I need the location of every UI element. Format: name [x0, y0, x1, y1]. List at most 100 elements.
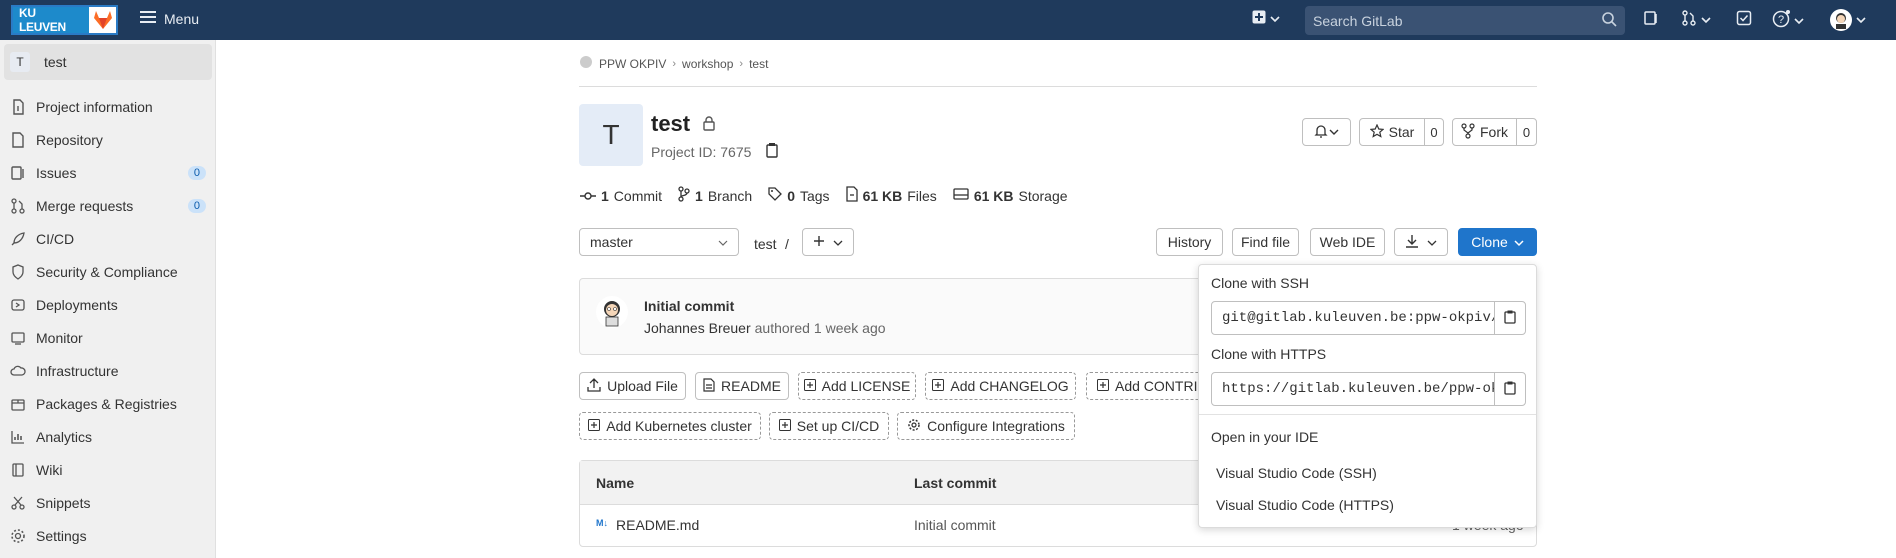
tags-count: 0 [787, 187, 795, 204]
issues-nav-button[interactable] [1643, 10, 1659, 29]
package-icon [10, 396, 26, 412]
group-avatar-icon [579, 55, 593, 72]
repo-path[interactable]: test [754, 236, 777, 252]
fork-label: Fork [1480, 124, 1508, 140]
download-icon [1405, 234, 1419, 251]
todos-nav-button[interactable] [1736, 10, 1752, 29]
copy-icon [1504, 381, 1516, 398]
branch-selector[interactable]: master [579, 228, 739, 256]
fork-icon [1461, 122, 1475, 142]
history-button[interactable]: History [1156, 228, 1223, 256]
sidebar-item-label: Analytics [36, 429, 93, 445]
add-kubernetes-button[interactable]: Add Kubernetes cluster [579, 412, 761, 440]
sidebar-item-ci-cd[interactable]: CI/CD [10, 226, 206, 252]
sidebar-item-repository[interactable]: Repository [10, 127, 206, 153]
web-ide-button[interactable]: Web IDE [1310, 228, 1385, 256]
tags-label: Tags [799, 187, 830, 204]
user-menu-button[interactable] [1830, 9, 1867, 31]
merge-request-icon [1681, 10, 1697, 29]
sidebar-item-project-information[interactable]: Project information [10, 94, 206, 120]
vscode-ssh-link[interactable]: Visual Studio Code (SSH) [1216, 465, 1377, 481]
sidebar-item-issues[interactable]: Issues 0 [10, 160, 206, 186]
path-separator: / [785, 236, 789, 252]
merge-requests-nav-button[interactable] [1681, 10, 1712, 29]
file-name[interactable]: README.md [616, 517, 699, 533]
sidebar-item-label: CI/CD [36, 231, 75, 247]
commits-stat[interactable]: 1 Commit [580, 188, 662, 204]
fork-count[interactable]: 0 [1516, 118, 1537, 146]
star-count[interactable]: 0 [1424, 118, 1444, 146]
star-button[interactable]: Star [1359, 118, 1425, 146]
upload-file-button[interactable]: Upload File [579, 372, 686, 400]
file-last-commit[interactable]: Initial commit [914, 517, 996, 533]
download-dropdown[interactable] [1394, 228, 1448, 256]
copy-https-button[interactable] [1494, 372, 1526, 406]
branches-stat[interactable]: 1 Branch [678, 186, 752, 205]
commits-count: 1 [601, 187, 609, 204]
files-stat[interactable]: 61 KB Files [845, 186, 937, 205]
add-license-button[interactable]: Add LICENSE [798, 372, 916, 400]
ssh-url-field[interactable]: git@gitlab.kuleuven.be:ppw-okpiv/worksho… [1211, 301, 1495, 335]
setup-cicd-button[interactable]: Set up CI/CD [769, 412, 889, 440]
sidebar: T test Project information Repository Is… [0, 40, 216, 558]
help-button[interactable]: ? [1772, 10, 1805, 31]
notifications-dropdown[interactable] [1302, 118, 1351, 146]
breadcrumb-item[interactable]: test [749, 57, 768, 71]
clone-button[interactable]: Clone [1458, 228, 1537, 256]
cloud-icon [10, 363, 26, 379]
tags-stat[interactable]: 0 Tags [768, 187, 830, 204]
configure-integrations-button[interactable]: Configure Integrations [897, 412, 1075, 440]
sidebar-item-merge-requests[interactable]: Merge requests 0 [10, 193, 206, 219]
clone-dropdown: Clone with SSH git@gitlab.kuleuven.be:pp… [1198, 264, 1537, 528]
plus-square-icon [803, 378, 816, 394]
commit-author[interactable]: Johannes Breuer [644, 320, 751, 336]
add-changelog-label: Add CHANGELOG [950, 378, 1069, 394]
sidebar-item-security[interactable]: Security & Compliance [10, 259, 206, 285]
commit-author-avatar[interactable] [596, 296, 628, 328]
add-changelog-button[interactable]: Add CHANGELOG [925, 372, 1076, 400]
doc-icon [10, 132, 26, 148]
readme-button[interactable]: README [695, 372, 789, 400]
file-icon [703, 377, 715, 395]
menu-button[interactable]: Menu [140, 10, 199, 27]
column-header-name: Name [596, 475, 635, 491]
copy-ssh-button[interactable] [1494, 301, 1526, 335]
sidebar-item-label: Infrastructure [36, 363, 119, 379]
svg-text:?: ? [1778, 14, 1784, 26]
sidebar-item-label: Snippets [36, 495, 91, 511]
menu-label: Menu [164, 10, 200, 27]
project-avatar-small: T [10, 52, 30, 72]
vscode-https-link[interactable]: Visual Studio Code (HTTPS) [1216, 497, 1394, 513]
copy-icon[interactable] [765, 142, 779, 161]
sidebar-item-monitor[interactable]: Monitor [10, 325, 206, 351]
commit-title[interactable]: Initial commit [644, 298, 734, 314]
project-id-row: Project ID: 7675 [651, 142, 779, 161]
breadcrumb-item[interactable]: PPW OKPIV [599, 57, 666, 71]
new-dropdown-button[interactable] [1252, 10, 1281, 27]
sidebar-item-wiki[interactable]: Wiki [10, 457, 206, 483]
plus-square-icon [932, 378, 945, 394]
gitlab-fox-icon [89, 7, 116, 33]
chevron-down-icon [1514, 234, 1524, 250]
sidebar-item-infrastructure[interactable]: Infrastructure [10, 358, 206, 384]
sidebar-item-analytics[interactable]: Analytics [10, 424, 206, 450]
search-icon [1601, 11, 1617, 30]
sidebar-project-link[interactable]: T test [4, 44, 212, 80]
storage-stat[interactable]: 61 KB Storage [953, 187, 1068, 204]
branch-selector-value: master [590, 234, 633, 250]
add-contributing-button[interactable]: Add CONTRIBU [1086, 372, 1198, 400]
sidebar-item-packages[interactable]: Packages & Registries [10, 391, 206, 417]
sidebar-item-snippets[interactable]: Snippets [10, 490, 206, 516]
top-navbar: KU LEUVEN Menu Search GitLab ? [0, 0, 1896, 40]
find-file-button[interactable]: Find file [1232, 228, 1299, 256]
ku-leuven-logo[interactable]: KU LEUVEN [11, 5, 118, 35]
sidebar-item-deployments[interactable]: Deployments [10, 292, 206, 318]
fork-button[interactable]: Fork [1452, 118, 1517, 146]
lock-icon [702, 111, 716, 137]
https-url-field[interactable]: https://gitlab.kuleuven.be/ppw-okpiv/wor… [1211, 372, 1495, 406]
breadcrumb-item[interactable]: workshop [682, 57, 733, 71]
add-to-tree-dropdown[interactable] [802, 228, 854, 256]
search-input[interactable]: Search GitLab [1305, 6, 1625, 35]
sidebar-item-settings[interactable]: Settings [10, 523, 206, 549]
project-stats: 1 Commit 1 Branch 0 Tags 61 KB Files 61 … [580, 186, 1068, 205]
